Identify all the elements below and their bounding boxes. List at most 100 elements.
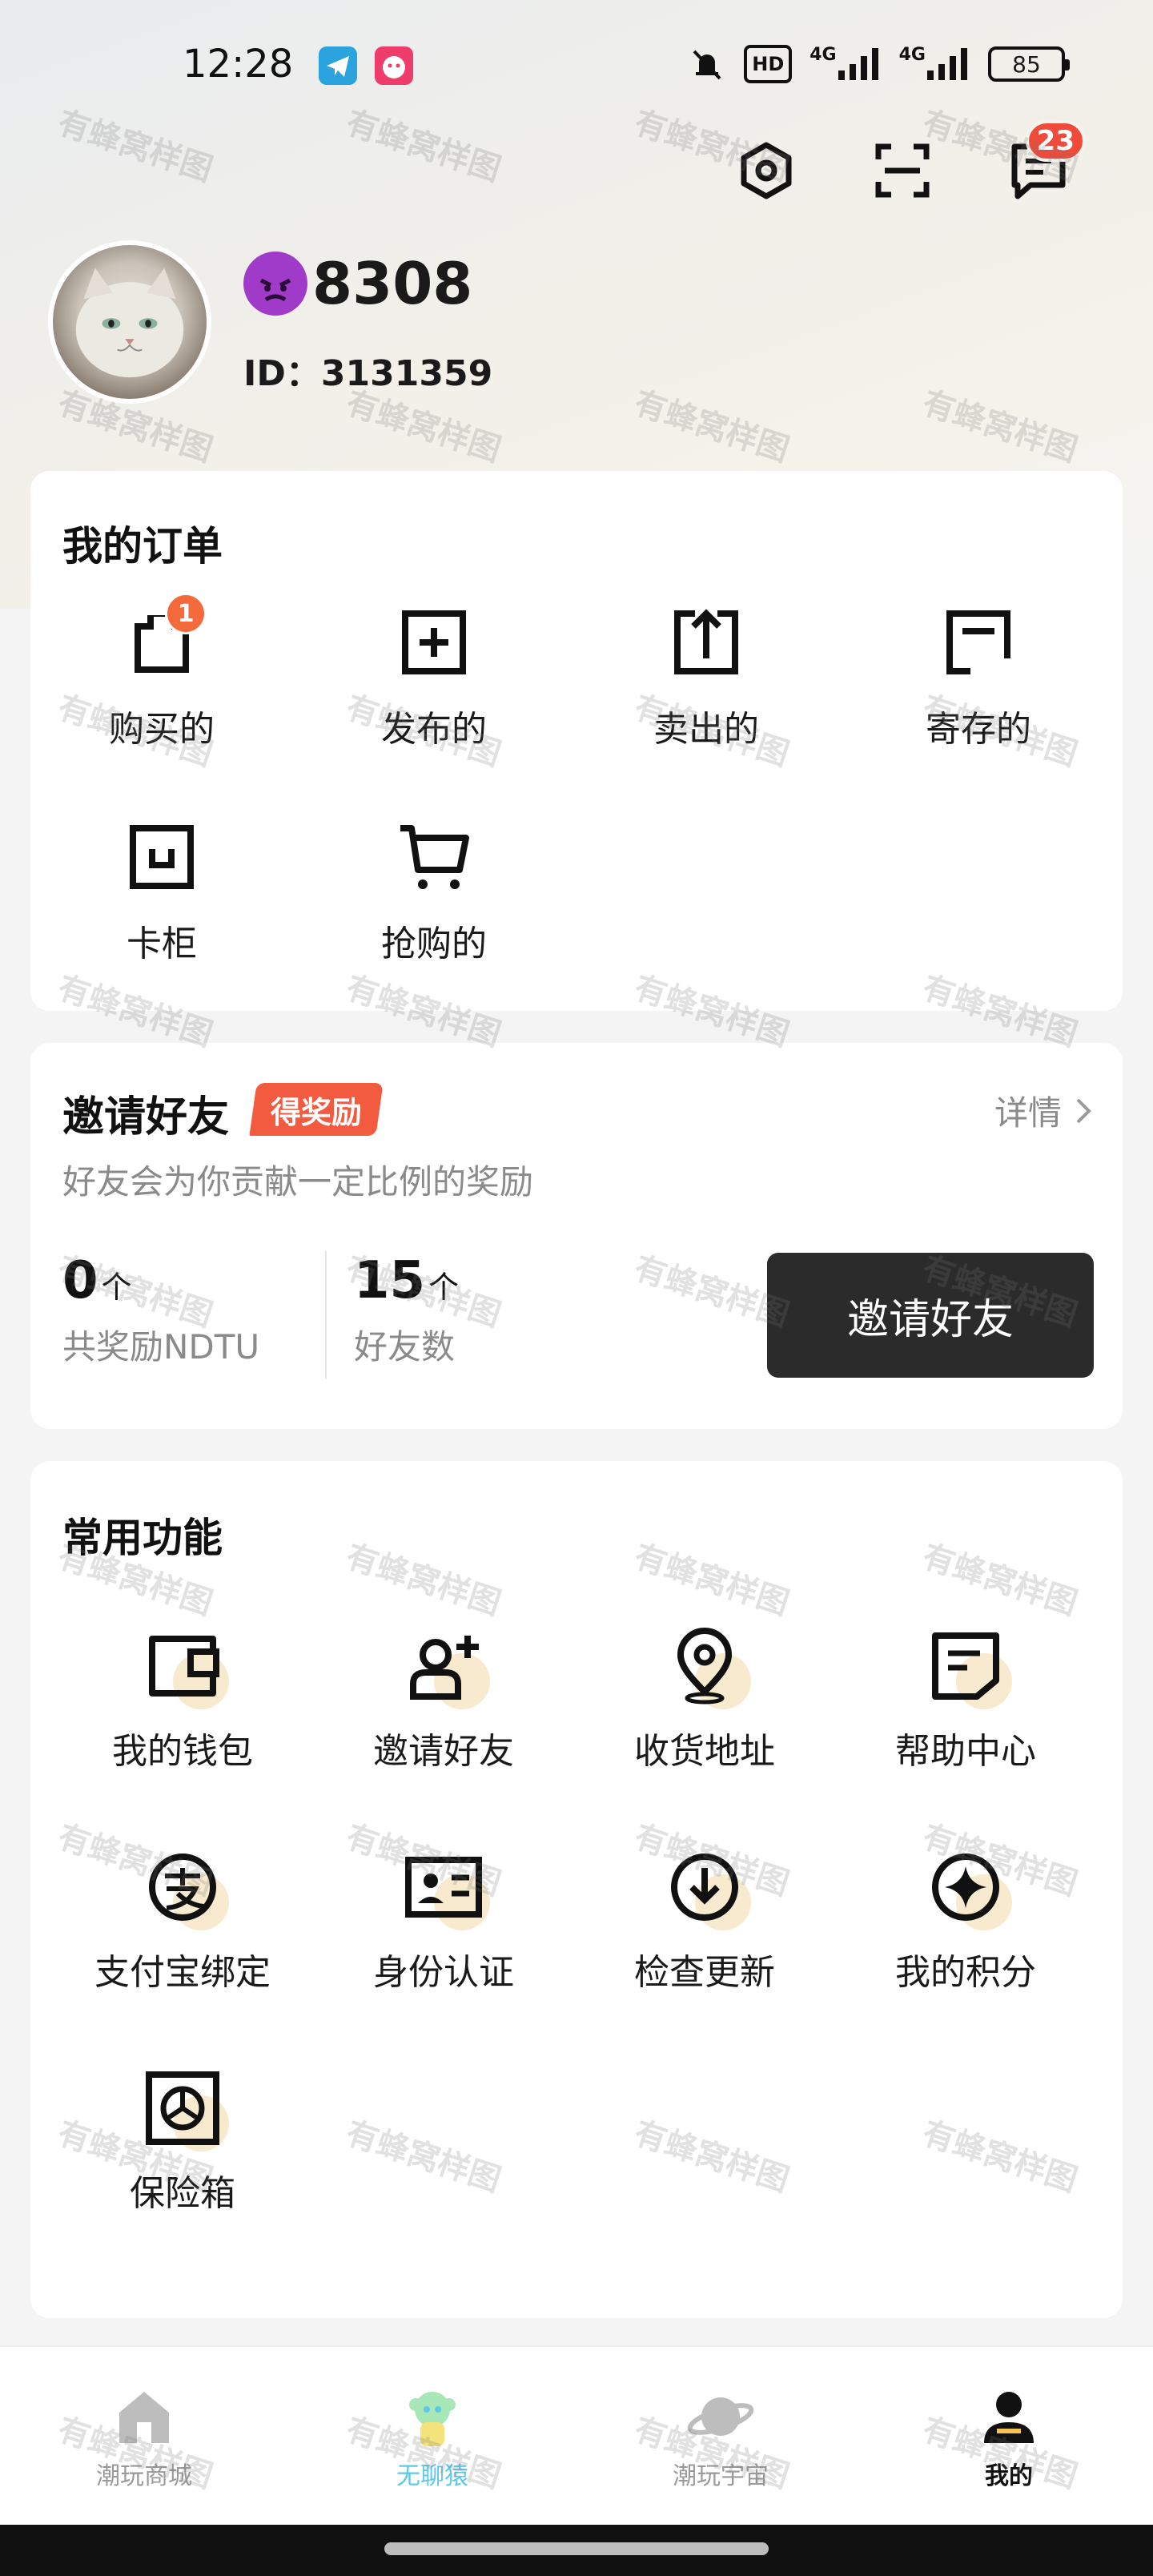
cat-avatar-image (75, 268, 184, 378)
order-item-stored[interactable]: 寄存的 (882, 602, 1075, 751)
function-alipay[interactable]: 支付宝绑定 (62, 1845, 303, 1994)
invite-subtitle: 好友会为你贡献一定比例的奖励 (62, 1162, 534, 1201)
order-item-label: 卡柜 (127, 924, 197, 964)
invite-friends-button[interactable]: 邀请好友 (767, 1253, 1094, 1378)
home-icon (119, 2392, 169, 2443)
ape-icon (409, 2392, 456, 2446)
order-item-published[interactable]: 发布的 (338, 602, 530, 751)
function-address[interactable]: 收货地址 (585, 1624, 825, 1773)
function-update[interactable]: 检查更新 (585, 1845, 825, 1994)
status-indicators: HD 4G 4G 85 (688, 45, 1070, 83)
messages-button[interactable]: 23 (1002, 120, 1086, 207)
reward-count: 0 (62, 1251, 98, 1310)
reward-tag: 得奖励 (249, 1083, 384, 1136)
nav-label: 我的 (985, 2462, 1033, 2490)
friend-count: 15 (354, 1251, 426, 1310)
chat-app-icon (375, 46, 413, 85)
chevron-right-icon (1076, 1098, 1091, 1123)
nav-tab-universe[interactable]: 潮玩宇宙 (601, 2381, 841, 2491)
nav-tab-ape[interactable]: 无聊猿 (312, 2381, 552, 2491)
function-label: 收货地址 (634, 1731, 775, 1772)
order-item-label: 寄存的 (926, 709, 1031, 750)
id-card-icon (405, 1857, 482, 1918)
storage-icon (946, 610, 1010, 674)
friend-label: 好友数 (354, 1327, 456, 1366)
function-label: 我的积分 (895, 1952, 1036, 1993)
home-indicator[interactable] (384, 2542, 769, 2555)
status-bar: 12:28 HD 4G 4G 85 (0, 0, 1153, 128)
function-label: 身份认证 (373, 1952, 514, 1993)
avatar[interactable] (48, 240, 211, 404)
cart-icon (400, 825, 469, 889)
order-item-sold[interactable]: 卖出的 (610, 602, 802, 751)
nav-label: 无聊猿 (396, 2462, 468, 2490)
function-invite[interactable]: 邀请好友 (323, 1624, 564, 1773)
points-icon (932, 1854, 999, 1921)
function-label: 保险箱 (130, 2173, 235, 2214)
invite-title: 邀请好友 (62, 1093, 230, 1141)
help-doc-icon (932, 1632, 999, 1700)
signal-icon: 4G (810, 45, 881, 83)
detail-label: 详情 (994, 1093, 1062, 1133)
orders-card: 我的订单 1 购买的 发布的 卖出的 寄存的 卡柜 抢购的 (30, 471, 1123, 1011)
stat-divider (325, 1251, 327, 1379)
nickname: 8308 (243, 250, 472, 317)
order-item-label: 购买的 (109, 709, 215, 750)
order-item-label: 卖出的 (653, 709, 759, 750)
function-safe[interactable]: 保险箱 (62, 2067, 303, 2216)
function-points[interactable]: 我的积分 (846, 1845, 1086, 1994)
nav-tab-profile[interactable]: 我的 (889, 2381, 1129, 2491)
functions-title: 常用功能 (62, 1515, 223, 1561)
function-label: 检查更新 (634, 1952, 775, 1993)
nav-tab-mall[interactable]: 潮玩商城 (24, 2381, 264, 2491)
publish-icon (402, 610, 466, 674)
wallet-icon (149, 1636, 219, 1697)
signal-icon-2: 4G (899, 45, 970, 83)
planet-icon (687, 2397, 754, 2436)
order-item-label: 发布的 (381, 709, 487, 750)
user-id: ID：3131359 (243, 353, 493, 394)
mute-bell-icon (688, 45, 726, 83)
order-item-label: 抢购的 (381, 924, 487, 964)
locker-icon (130, 825, 194, 889)
hd-indicator: HD (744, 45, 793, 83)
function-label: 支付宝绑定 (94, 1952, 271, 1993)
nav-label: 潮玩宇宙 (673, 2462, 769, 2490)
settings-button[interactable] (730, 135, 802, 207)
reward-unit: 个 (101, 1270, 132, 1305)
network-label: 4G (810, 45, 837, 65)
invite-card: 邀请好友 得奖励 详情 好友会为你贡献一定比例的奖励 0个 共奖励NDTU 15… (30, 1043, 1123, 1429)
nav-label: 潮玩商城 (96, 2462, 192, 2490)
upload-icon (674, 609, 738, 674)
function-label: 我的钱包 (112, 1731, 253, 1772)
purchased-badge: 1 (165, 593, 207, 634)
status-time: 12:28 (183, 42, 294, 87)
friend-unit: 个 (428, 1270, 460, 1305)
telegram-app-icon (319, 46, 357, 85)
invite-detail-link[interactable]: 详情 (994, 1086, 1094, 1135)
message-badge: 23 (1025, 120, 1086, 162)
orders-title: 我的订单 (62, 523, 223, 570)
functions-card: 常用功能 我的钱包 邀请好友 收货地址 帮助中心 支付宝绑定 身份认证 检查更新… (30, 1461, 1123, 2318)
add-friend-icon (410, 1636, 479, 1700)
settings-hexagon-icon (741, 142, 792, 199)
bottom-navigation: 潮玩商城 无聊猿 潮玩宇宙 我的 (0, 2345, 1153, 2525)
scan-button[interactable] (866, 135, 938, 207)
function-identity[interactable]: 身份认证 (323, 1845, 564, 1994)
profile-icon (984, 2392, 1034, 2443)
function-label: 邀请好友 (373, 1731, 514, 1772)
order-item-rush[interactable]: 抢购的 (338, 817, 530, 966)
function-help[interactable]: 帮助中心 (846, 1624, 1086, 1773)
scan-icon (875, 143, 930, 198)
reward-tag-text: 得奖励 (271, 1094, 363, 1130)
order-item-purchased[interactable]: 1 购买的 (66, 593, 258, 751)
network-label-2: 4G (898, 45, 926, 65)
reward-stat: 0个 共奖励NDTU (62, 1251, 259, 1369)
battery-indicator: 85 (988, 46, 1070, 82)
reward-label: 共奖励NDTU (62, 1327, 260, 1366)
alipay-icon (149, 1854, 216, 1921)
order-item-locker[interactable]: 卡柜 (66, 817, 258, 966)
safe-icon (146, 2071, 219, 2145)
function-wallet[interactable]: 我的钱包 (62, 1624, 303, 1773)
friend-stat: 15 个 好友数 (354, 1251, 459, 1369)
